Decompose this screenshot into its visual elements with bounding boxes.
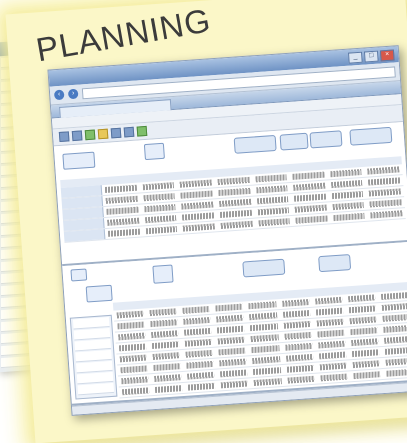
grid-icon[interactable] (110, 127, 122, 139)
dimension-box[interactable] (70, 268, 88, 282)
dimension-box[interactable] (143, 142, 165, 161)
folder-icon[interactable] (97, 128, 109, 140)
close-button[interactable]: × (379, 48, 395, 61)
data-grid (112, 281, 407, 399)
dimension-box[interactable] (152, 264, 174, 284)
pov-selector[interactable] (349, 126, 393, 146)
maximize-button[interactable]: □ (363, 50, 379, 63)
calc-icon[interactable] (136, 125, 148, 137)
arrow-right-icon[interactable]: › (67, 88, 79, 100)
list-item[interactable] (77, 382, 115, 396)
member-selection-panel (69, 314, 118, 400)
pov-selector[interactable] (279, 132, 309, 151)
refresh-icon[interactable] (71, 130, 83, 142)
save-icon[interactable] (58, 131, 70, 143)
arrow-left-icon[interactable]: ‹ (53, 89, 65, 101)
dimension-box[interactable] (62, 151, 96, 170)
submit-icon[interactable] (84, 129, 96, 141)
pov-selector[interactable] (242, 258, 286, 278)
pov-selector[interactable] (309, 130, 343, 149)
bottom-grid-pane (62, 241, 407, 406)
sticky-note: PLANNING _ □ × ‹ › (5, 0, 407, 443)
pov-selector[interactable] (233, 134, 277, 154)
top-grid-pane (53, 122, 407, 267)
pov-selector[interactable] (318, 254, 352, 273)
dimension-box[interactable] (85, 284, 113, 303)
browser-window: _ □ × ‹ › (47, 45, 407, 416)
minimize-button[interactable]: _ (347, 51, 363, 64)
data-grid (60, 156, 406, 243)
chart-icon[interactable] (123, 126, 135, 138)
